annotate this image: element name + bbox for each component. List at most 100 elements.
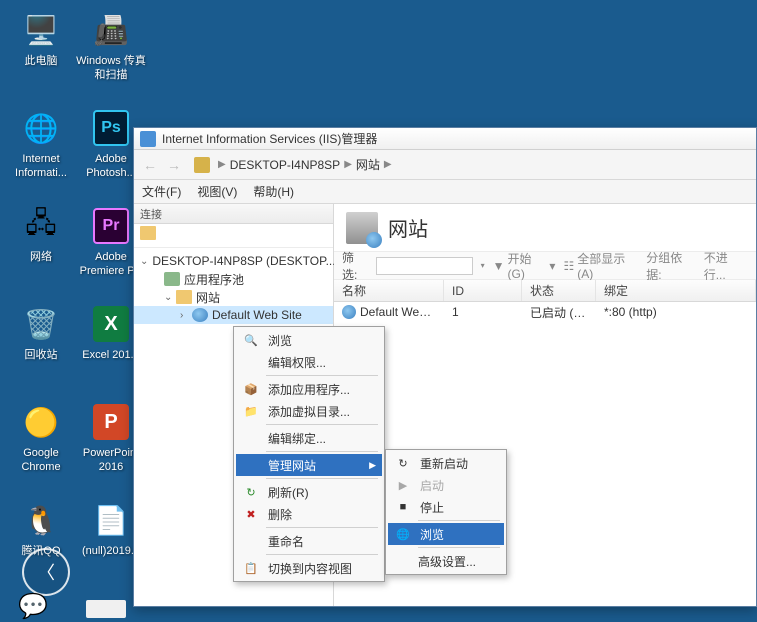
navigation-bar: ← → ▶ DESKTOP-I4NP8SP ▶ 网站 ▶ <box>134 150 756 180</box>
tree-default-site-node[interactable]: › Default Web Site <box>134 306 333 324</box>
col-status[interactable]: 状态 <box>522 280 596 301</box>
row-name: Default Web S... <box>360 305 444 319</box>
row-status: 已启动 (ht... <box>522 304 596 321</box>
tree-app-pools-node[interactable]: 应用程序池 <box>134 270 333 288</box>
list-header: 名称 ID 状态 绑定 <box>334 280 756 302</box>
ctx-browse[interactable]: 🔍浏览 <box>236 329 382 351</box>
ctx-add-app[interactable]: 📦添加应用程序... <box>236 378 382 400</box>
icon-glyph: X <box>91 304 131 344</box>
browse-icon: 🌐 <box>394 526 412 542</box>
window-title: Internet Information Services (IIS)管理器 <box>162 130 377 147</box>
add-app-icon: 📦 <box>242 381 260 397</box>
manage-site-submenu: ↻重新启动 ▶启动 ■停止 🌐浏览 高级设置... <box>385 449 507 575</box>
sidebar-toolbar <box>134 224 333 248</box>
desktop-icon-8[interactable]: 🟡 Google Chrome <box>6 402 76 475</box>
row-id: 1 <box>444 305 522 319</box>
filter-input[interactable] <box>376 257 472 275</box>
globe-icon <box>342 305 356 319</box>
filter-label: 筛选: <box>342 249 368 283</box>
wechat-icon[interactable]: 💬 <box>14 592 52 620</box>
col-bind[interactable]: 绑定 <box>596 280 756 301</box>
tree-app-pools-label: 应用程序池 <box>184 271 244 288</box>
menu-help[interactable]: 帮助(H) <box>253 183 294 200</box>
desktop-icon-1[interactable]: 📠Windows 传真和扫描 <box>76 10 146 83</box>
desktop-icon-6[interactable]: 🗑️回收站 <box>6 304 76 362</box>
tree-sites-node[interactable]: ⌄ 网站 <box>134 288 333 306</box>
page-title: 网站 <box>388 213 428 242</box>
start-tool[interactable]: ▼ 开始(G) ▾ <box>493 250 556 281</box>
back-button[interactable]: ← <box>138 154 162 176</box>
menu-file[interactable]: 文件(F) <box>142 183 181 200</box>
tree-default-site-label: Default Web Site <box>212 308 302 322</box>
desktop-icon-4[interactable]: 🖧网络 <box>6 206 76 264</box>
group-by-value[interactable]: 不进行... <box>704 249 748 283</box>
ctx-edit-permissions[interactable]: 编辑权限... <box>236 351 382 373</box>
ctx-refresh[interactable]: ↻刷新(R) <box>236 481 382 503</box>
connections-tree: ⌄ DESKTOP-I4NP8SP (DESKTOP... 应用程序池 ⌄ 网站… <box>134 248 333 328</box>
icon-glyph: P <box>91 402 131 442</box>
sub-browse[interactable]: 🌐浏览 <box>388 523 504 545</box>
icon-glyph: 🖥️ <box>21 10 61 50</box>
main-header: 网站 <box>334 204 756 252</box>
ctx-edit-bindings[interactable]: 编辑绑定... <box>236 427 382 449</box>
play-icon: ▶ <box>394 477 412 493</box>
tree-server-label: DESKTOP-I4NP8SP (DESKTOP... <box>152 254 335 268</box>
app-icon <box>140 131 156 147</box>
sites-icon <box>346 212 378 244</box>
taskbar-thumbnail[interactable] <box>86 600 126 618</box>
context-menu: 🔍浏览 编辑权限... 📦添加应用程序... 📁添加虚拟目录... 编辑绑定..… <box>233 326 385 582</box>
desktop-icon-2[interactable]: 🌐 Internet Informati... <box>6 108 76 181</box>
tree-sites-label: 网站 <box>196 289 220 306</box>
tree-server-node[interactable]: ⌄ DESKTOP-I4NP8SP (DESKTOP... <box>134 252 333 270</box>
sidebar-header: 连接 <box>134 204 333 224</box>
icon-glyph: 🐧 <box>21 500 61 540</box>
stop-icon: ■ <box>394 499 412 515</box>
sub-advanced-settings[interactable]: 高级设置... <box>388 550 504 572</box>
ctx-manage-site[interactable]: 管理网站▶ <box>236 454 382 476</box>
delete-icon: ✖ <box>242 506 260 522</box>
refresh-icon: ↻ <box>242 484 260 500</box>
col-name[interactable]: 名称 <box>334 280 444 301</box>
row-bind: *:80 (http) <box>596 305 756 319</box>
sub-restart[interactable]: ↻重新启动 <box>388 452 504 474</box>
icon-glyph: Pr <box>91 206 131 246</box>
icon-label: Excel 201... <box>82 348 139 362</box>
sub-stop[interactable]: ■停止 <box>388 496 504 518</box>
menu-view[interactable]: 视图(V) <box>197 183 237 200</box>
icon-glyph: 📠 <box>91 10 131 50</box>
content-view-icon: 📋 <box>242 560 260 576</box>
breadcrumb[interactable]: ▶ DESKTOP-I4NP8SP ▶ 网站 ▶ <box>194 156 396 173</box>
group-by-label: 分组依据: <box>646 249 695 283</box>
restart-icon: ↻ <box>394 455 412 471</box>
menubar: 文件(F) 视图(V) 帮助(H) <box>134 180 756 204</box>
breadcrumb-server[interactable]: DESKTOP-I4NP8SP <box>230 158 340 172</box>
ctx-add-vdir[interactable]: 📁添加虚拟目录... <box>236 400 382 422</box>
icon-label: 回收站 <box>25 348 58 362</box>
folder-icon <box>140 226 156 240</box>
icon-label: Internet Informati... <box>6 152 76 181</box>
breadcrumb-sites[interactable]: 网站 <box>356 156 380 173</box>
icon-glyph: 📄 <box>91 500 131 540</box>
desktop-icon-0[interactable]: 🖥️ 此电脑 <box>6 10 76 68</box>
titlebar[interactable]: Internet Information Services (IIS)管理器 <box>134 128 756 150</box>
add-vdir-icon: 📁 <box>242 403 260 419</box>
site-row[interactable]: Default Web S... 1 已启动 (ht... *:80 (http… <box>334 302 756 322</box>
prev-nav-circle[interactable]: 〈 <box>22 548 70 596</box>
icon-glyph: 🌐 <box>21 108 61 148</box>
icon-label: 网络 <box>30 250 52 264</box>
icon-label: Google Chrome <box>6 446 76 475</box>
ctx-rename[interactable]: 重命名 <box>236 530 382 552</box>
breadcrumb-root-icon <box>194 157 210 173</box>
show-all-tool[interactable]: ☷ 全部显示(A) <box>563 250 638 281</box>
sub-start: ▶启动 <box>388 474 504 496</box>
icon-glyph: 🟡 <box>21 402 61 442</box>
icon-label: (null)2019... <box>82 544 140 558</box>
col-id[interactable]: ID <box>444 280 522 301</box>
icon-glyph: Ps <box>91 108 131 148</box>
icon-label: 此电脑 <box>25 54 58 68</box>
browse-icon: 🔍 <box>242 332 260 348</box>
ctx-delete[interactable]: ✖删除 <box>236 503 382 525</box>
forward-button[interactable]: → <box>162 154 186 176</box>
ctx-switch-content-view[interactable]: 📋切换到内容视图 <box>236 557 382 579</box>
filter-toolbar: 筛选: ▾ ▼ 开始(G) ▾ ☷ 全部显示(A) 分组依据: 不进行... <box>334 252 756 280</box>
